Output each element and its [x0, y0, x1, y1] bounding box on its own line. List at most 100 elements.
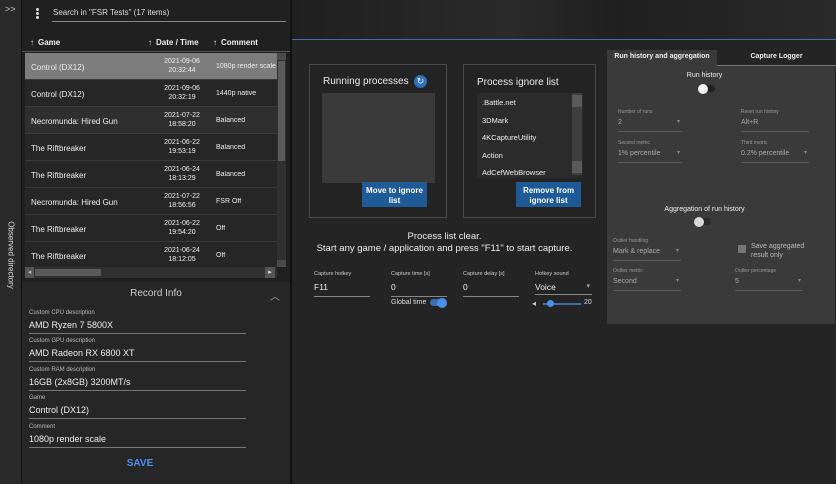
- game-field[interactable]: Game Control (DX12): [29, 395, 246, 419]
- toggle-knob: [437, 297, 447, 308]
- settings-tabs: Run history and aggregation Capture Logg…: [607, 50, 836, 66]
- ram-description-field[interactable]: Custom RAM description 16GB (2x8GB) 3200…: [29, 367, 246, 391]
- scroll-thumb[interactable]: [278, 61, 285, 161]
- row-datetime: 2021-09-06 20:32:44: [164, 58, 200, 74]
- volume-icon: ◂: [532, 299, 537, 308]
- capture-delay-field[interactable]: Capture delay [s] 0: [463, 271, 519, 297]
- scroll-thumb[interactable]: [35, 269, 101, 276]
- capture-time-field[interactable]: Capture time [s] 0: [391, 271, 447, 297]
- cpu-description-field[interactable]: Custom CPU description AMD Ryzen 7 5800X: [29, 310, 246, 334]
- outlier-metric-label: Outlier metric: [613, 268, 643, 274]
- save-button[interactable]: SAVE: [122, 458, 158, 469]
- table-row[interactable]: The Riftbreaker 2021-06-22 19:53:19 Balan…: [25, 134, 277, 161]
- global-time-toggle[interactable]: [430, 297, 447, 308]
- run-history-label: Run history: [686, 72, 723, 79]
- scroll-up-icon[interactable]: [572, 95, 582, 107]
- dropdown-arrow-icon: ▾: [676, 119, 680, 125]
- capture-hotkey-field[interactable]: Capture hotkey F11: [314, 271, 370, 297]
- table-vertical-scrollbar[interactable]: [277, 53, 286, 267]
- scroll-up-icon[interactable]: [277, 53, 286, 60]
- table-row[interactable]: The Riftbreaker 2021-06-22 19:54:20 Off: [25, 215, 277, 242]
- save-aggregated-checkbox[interactable]: [738, 245, 746, 253]
- hotkey-sound-select[interactable]: Hotkey sound Voice ▾: [535, 271, 592, 295]
- ram-description-value[interactable]: 16GB (2x8GB) 3200MT/s: [29, 377, 131, 387]
- gpu-description-value[interactable]: AMD Radeon RX 6800 XT: [29, 348, 135, 358]
- ignore-list-item[interactable]: 4KCaptureUtility: [482, 133, 536, 142]
- number-of-runs-select[interactable]: Number of runs 2 ▾: [618, 109, 682, 132]
- ignore-list-item[interactable]: AdCefWebBrowser: [482, 168, 546, 177]
- capture-time-value[interactable]: 0: [391, 282, 396, 292]
- outlier-metric-select[interactable]: Outlier metric Second ▾: [613, 268, 681, 291]
- row-datetime: 2021-09-06 20:32:19: [164, 85, 200, 101]
- capture-delay-value[interactable]: 0: [463, 282, 468, 292]
- tab-capture-logger[interactable]: Capture Logger: [717, 50, 836, 66]
- column-date-header[interactable]: ↑ Date / Time: [148, 38, 199, 47]
- table-horizontal-scrollbar[interactable]: ◂: [25, 267, 277, 278]
- dropdown-arrow-icon: ▾: [803, 150, 807, 156]
- more-vert-icon[interactable]: [32, 7, 42, 21]
- second-metric-select[interactable]: Second metric 1% percentile ▾: [618, 140, 682, 163]
- ignore-list-item[interactable]: .Battle.net: [482, 98, 516, 107]
- cpu-description-value[interactable]: AMD Ryzen 7 5800X: [29, 320, 113, 330]
- row-game: The Riftbreaker: [31, 225, 87, 234]
- table-row[interactable]: Necromunda: Hired Gun 2021-07-22 18:56:56…: [25, 188, 277, 215]
- hotkey-sound-value[interactable]: Voice: [535, 282, 556, 292]
- row-datetime: 2021-06-22 19:53:19: [164, 139, 200, 155]
- capture-status: Process list clear. Start any game / app…: [292, 231, 597, 255]
- scroll-right-icon[interactable]: ▸: [265, 267, 275, 278]
- outlier-handling-select[interactable]: Outlier handling Mark & replace ▾: [613, 238, 681, 261]
- scroll-down-icon[interactable]: [277, 260, 286, 267]
- outlier-handling-value: Mark & replace: [613, 248, 661, 255]
- chevron-up-icon[interactable]: ︿: [270, 288, 280, 303]
- table-row[interactable]: Control (DX12) 2021-09-06 20:32:19 1440p …: [25, 80, 277, 107]
- refresh-icon[interactable]: ↻: [414, 75, 427, 88]
- table-row[interactable]: The Riftbreaker 2021-06-24 18:13:29 Balan…: [25, 161, 277, 188]
- gpu-description-field[interactable]: Custom GPU description AMD Radeon RX 680…: [29, 338, 246, 362]
- tab-run-history[interactable]: Run history and aggregation: [607, 50, 717, 66]
- sort-arrow-icon: ↑: [148, 38, 152, 47]
- table-row[interactable]: Control (DX12) 2021-09-06 20:32:44 1080p …: [25, 53, 277, 80]
- row-datetime: 2021-06-22 19:54:20: [164, 220, 200, 236]
- outlier-metric-value: Second: [613, 278, 637, 285]
- third-metric-select[interactable]: Third metric 0.2% percentile ▾: [741, 140, 809, 163]
- ignore-list-title: Process ignore list: [477, 77, 559, 88]
- row-comment: Balanced: [216, 144, 246, 151]
- scroll-down-icon[interactable]: [572, 161, 582, 173]
- ignore-list-box: Process ignore list .Battle.net 3DMark 4…: [463, 64, 596, 218]
- table-row[interactable]: Necromunda: Hired Gun 2021-07-22 18:58:20…: [25, 107, 277, 134]
- running-processes-list[interactable]: [322, 93, 435, 183]
- expand-arrows-icon[interactable]: >>: [5, 4, 16, 14]
- comment-label: Comment: [29, 424, 56, 430]
- capture-hotkey-value[interactable]: F11: [314, 282, 328, 292]
- sort-arrow-icon: ↑: [213, 38, 217, 47]
- row-datetime: 2021-06-24 18:13:29: [164, 166, 200, 182]
- observed-directory-strip[interactable]: >> Observed directory: [0, 0, 22, 484]
- move-to-ignore-button[interactable]: Move to ignore list: [362, 182, 427, 207]
- cpu-description-label: Custom CPU description: [29, 310, 95, 316]
- ignore-list-item[interactable]: 3DMark: [482, 116, 508, 125]
- ignore-list-item[interactable]: Action: [482, 151, 503, 160]
- aggregation-toggle[interactable]: [694, 216, 711, 227]
- observed-directory-toggle[interactable]: Observed directory: [1, 215, 21, 295]
- volume-slider[interactable]: [543, 300, 581, 307]
- global-time-label: Global time: [391, 299, 427, 306]
- table-row[interactable]: The Riftbreaker 2021-06-24 18:12:05 Off: [25, 242, 277, 267]
- third-metric-value: 0.2% percentile: [741, 150, 790, 157]
- comment-field[interactable]: Comment 1080p render scale: [29, 424, 246, 448]
- dropdown-arrow-icon: ▾: [675, 248, 679, 254]
- run-history-toggle[interactable]: [698, 83, 715, 94]
- game-value[interactable]: Control (DX12): [29, 405, 89, 415]
- reset-run-history-field[interactable]: Reset run history Alt+R: [741, 109, 809, 132]
- volume-slider-knob[interactable]: [547, 300, 555, 307]
- column-comment-header[interactable]: ↑ Comment: [213, 38, 258, 47]
- toggle-knob: [698, 83, 708, 94]
- scroll-left-icon[interactable]: ◂: [25, 267, 34, 278]
- remove-from-ignore-button[interactable]: Remove from ignore list: [516, 182, 581, 207]
- row-game: Necromunda: Hired Gun: [31, 198, 118, 207]
- capture-hotkey-label: Capture hotkey: [314, 271, 352, 277]
- comment-value[interactable]: 1080p render scale: [29, 434, 106, 444]
- ignore-list-scrollbar[interactable]: [572, 93, 582, 175]
- outlier-percentage-select[interactable]: Outlier percentage 5 ▾: [735, 268, 803, 291]
- column-game-header[interactable]: ↑ Game: [30, 38, 60, 47]
- search-input[interactable]: Search in "FSR Tests" (17 items): [52, 4, 286, 22]
